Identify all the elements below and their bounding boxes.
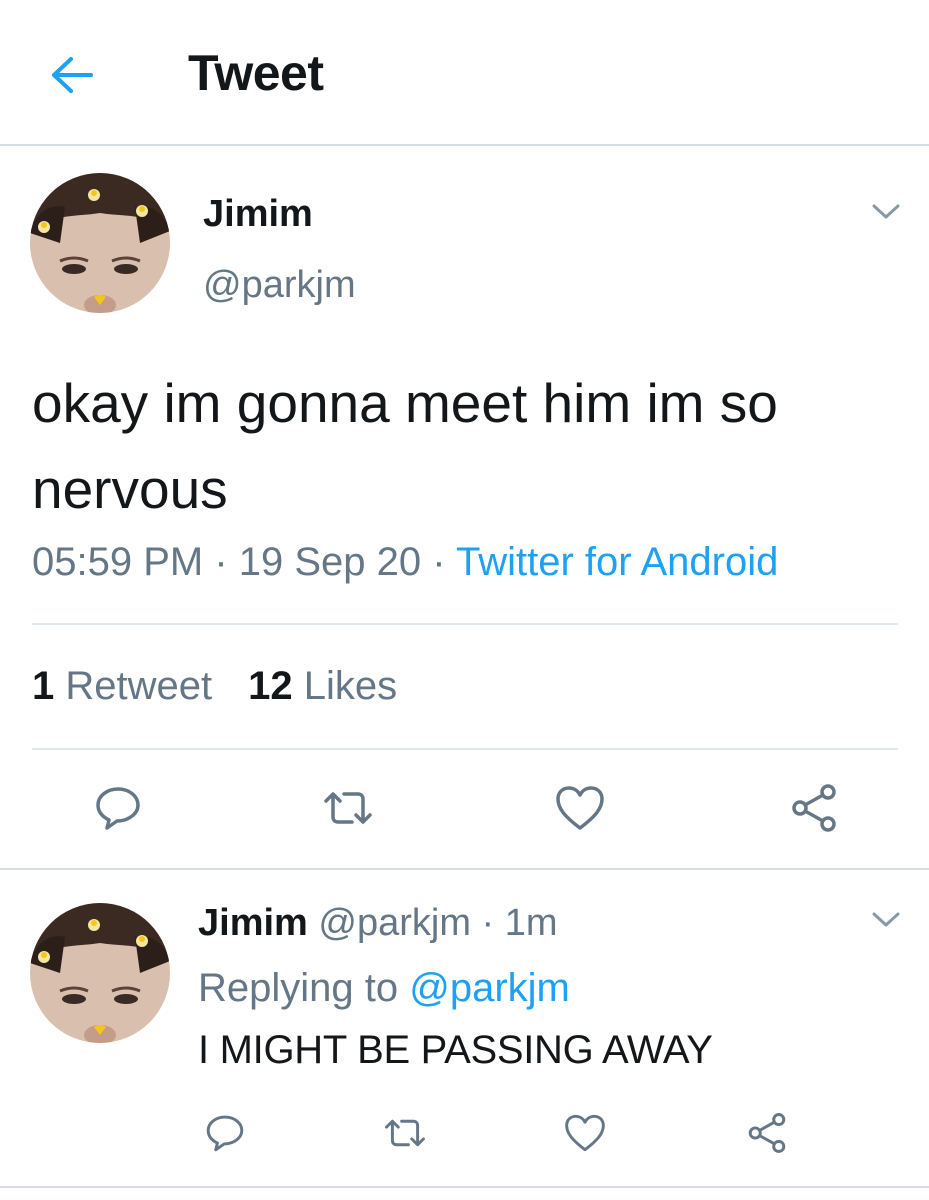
- meta-separator: ·: [203, 540, 239, 584]
- retweet-count: 1: [32, 664, 55, 708]
- share-button[interactable]: [742, 1108, 792, 1158]
- author-name[interactable]: Jimim: [203, 193, 313, 236]
- retweets-stat[interactable]: 1 Retweet: [32, 664, 212, 708]
- back-button[interactable]: [44, 50, 100, 100]
- retweet-button[interactable]: [380, 1108, 430, 1158]
- author-avatar[interactable]: [30, 173, 170, 313]
- reply-text: I MIGHT BE PASSING AWAY: [198, 1028, 713, 1072]
- tweet-detail-screen: Tweet Jimim @parkjm okay im gonna meet h…: [0, 0, 929, 1200]
- tweet-time: 05:59 PM: [32, 540, 204, 584]
- tweet-stats: 1 Retweet 12 Likes: [32, 664, 397, 709]
- like-icon: [556, 786, 604, 830]
- retweet-icon: [324, 792, 372, 824]
- like-icon: [565, 1114, 605, 1152]
- retweet-button[interactable]: [318, 778, 378, 838]
- share-icon: [792, 784, 836, 832]
- retweet-label: Retweet: [65, 664, 213, 708]
- like-label: Likes: [303, 664, 398, 708]
- tweet-menu-button[interactable]: [868, 200, 904, 224]
- tweet-meta: 05:59 PM · 19 Sep 20 · Twitter for Andro…: [32, 540, 778, 585]
- meta-separator: ·: [421, 540, 456, 584]
- reply-button[interactable]: [200, 1108, 250, 1158]
- meta-separator: ·: [470, 902, 505, 944]
- like-button[interactable]: [560, 1108, 610, 1158]
- tweet-date: 19 Sep 20: [238, 540, 422, 584]
- reply-button[interactable]: [88, 778, 148, 838]
- tweet-text: okay im gonna meet him im so nervous: [32, 372, 778, 520]
- chevron-down-icon: [872, 912, 900, 927]
- retweet-icon: [385, 1119, 425, 1147]
- likes-stat[interactable]: 12 Likes: [248, 664, 397, 708]
- like-button[interactable]: [550, 778, 610, 838]
- reply-author-avatar[interactable]: [30, 903, 170, 1043]
- reply-author-handle[interactable]: @parkjm: [318, 902, 471, 944]
- like-count: 12: [248, 664, 293, 708]
- reply-icon: [206, 1115, 244, 1152]
- reply-icon: [96, 787, 140, 830]
- top-app-bar: Tweet: [0, 0, 929, 146]
- share-button[interactable]: [784, 778, 844, 838]
- arrow-left-icon: [52, 57, 93, 93]
- divider: [32, 748, 898, 750]
- divider: [0, 1186, 929, 1188]
- share-icon: [748, 1113, 786, 1153]
- chevron-down-icon: [872, 204, 900, 219]
- divider: [32, 623, 898, 625]
- replying-to: Replying to @parkjm: [198, 966, 570, 1011]
- tweet-source-link[interactable]: Twitter for Android: [456, 540, 778, 584]
- reply-time: 1m: [504, 902, 558, 944]
- reply-header: Jimim @parkjm · 1m: [198, 902, 558, 945]
- author-handle[interactable]: @parkjm: [203, 264, 356, 307]
- reply-menu-button[interactable]: [868, 908, 904, 932]
- replying-mention-link[interactable]: @parkjm: [409, 966, 570, 1010]
- reply-author-name[interactable]: Jimim: [198, 902, 308, 944]
- avatar-photo: [30, 173, 170, 313]
- section-divider: [0, 868, 929, 870]
- page-title: Tweet: [188, 45, 324, 101]
- replying-prefix: Replying to: [198, 966, 410, 1010]
- avatar-photo: [30, 903, 170, 1043]
